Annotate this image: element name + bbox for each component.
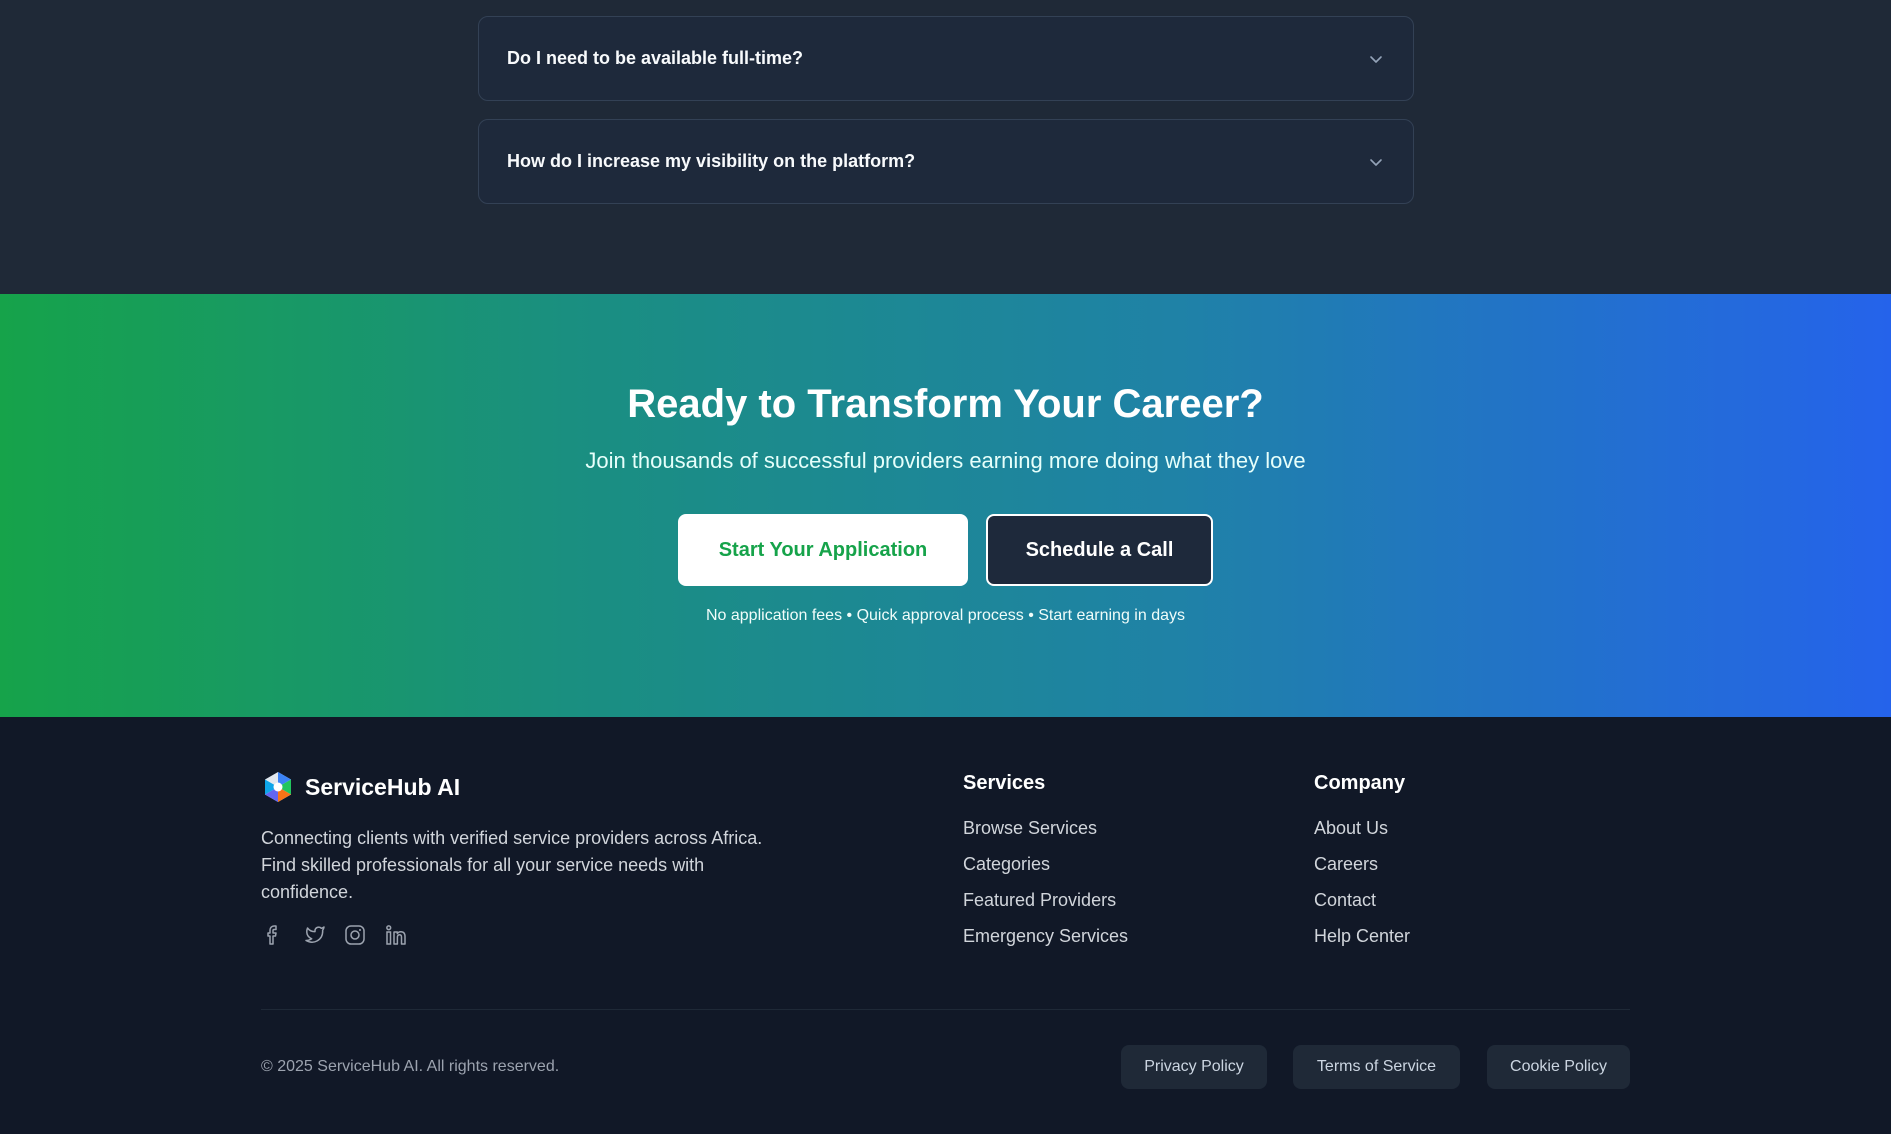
start-application-button[interactable]: Start Your Application — [678, 514, 968, 586]
schedule-call-button[interactable]: Schedule a Call — [986, 514, 1213, 586]
faq-question: How do I increase my visibility on the p… — [507, 151, 916, 171]
chevron-down-icon — [1367, 50, 1385, 68]
footer-link-featured-providers[interactable]: Featured Providers — [963, 889, 1128, 912]
footer-link-browse-services[interactable]: Browse Services — [963, 817, 1128, 840]
logo-icon — [261, 770, 295, 804]
company-column: Company About Us Careers Contact Help Ce… — [1314, 772, 1410, 961]
company-heading: Company — [1314, 772, 1406, 794]
chevron-down-icon — [1367, 153, 1385, 171]
twitter-icon[interactable] — [302, 923, 325, 946]
cta-subtitle: Join thousands of successful providers e… — [585, 448, 1306, 473]
faq-item[interactable]: Do I need to be available full-time? — [478, 16, 1414, 101]
brand-name: ServiceHub AI — [305, 773, 461, 800]
brand[interactable]: ServiceHub AI — [261, 770, 460, 804]
footer-link-about-us[interactable]: About Us — [1314, 817, 1410, 840]
privacy-policy-button[interactable]: Privacy Policy — [1121, 1045, 1267, 1089]
linkedin-icon[interactable] — [384, 923, 407, 946]
footer-link-categories[interactable]: Categories — [963, 853, 1128, 876]
services-heading: Services — [963, 772, 1046, 794]
faq-question: Do I need to be available full-time? — [507, 48, 804, 68]
social-links — [261, 923, 407, 946]
footer-link-contact[interactable]: Contact — [1314, 889, 1410, 912]
services-column: Services Browse Services Categories Feat… — [963, 772, 1128, 961]
footer-link-careers[interactable]: Careers — [1314, 853, 1410, 876]
terms-of-service-button[interactable]: Terms of Service — [1293, 1045, 1460, 1089]
footer-link-help-center[interactable]: Help Center — [1314, 925, 1410, 948]
faq-section: Do I need to be available full-time? How… — [0, 0, 1891, 294]
cta-note: No application fees • Quick approval pro… — [705, 607, 1185, 624]
faq-item[interactable]: How do I increase my visibility on the p… — [478, 119, 1414, 204]
facebook-icon[interactable] — [261, 923, 284, 946]
cta-banner: Ready to Transform Your Career? Join tho… — [0, 294, 1891, 717]
copyright-text: © 2025 ServiceHub AI. All rights reserve… — [261, 1058, 560, 1075]
footer-link-emergency-services[interactable]: Emergency Services — [963, 925, 1128, 948]
brand-description: Connecting clients with verified service… — [261, 828, 763, 902]
cta-title: Ready to Transform Your Career? — [627, 382, 1264, 426]
instagram-icon[interactable] — [343, 923, 366, 946]
footer: ServiceHub AI Connecting clients with ve… — [0, 717, 1891, 1134]
cookie-policy-button[interactable]: Cookie Policy — [1487, 1045, 1630, 1089]
footer-divider — [261, 1009, 1630, 1010]
